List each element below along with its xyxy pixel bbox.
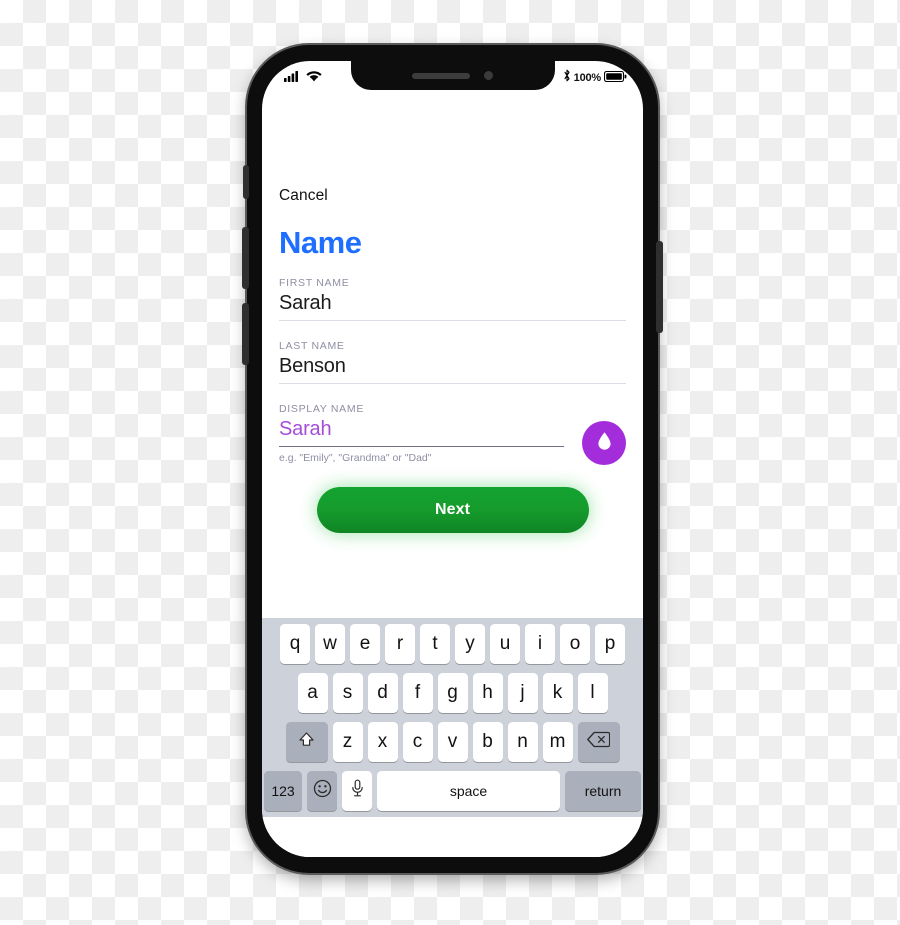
page-title: Name xyxy=(279,225,362,260)
key-c[interactable]: c xyxy=(402,722,433,762)
key-z[interactable]: z xyxy=(332,722,363,762)
key-i[interactable]: i xyxy=(525,624,555,664)
key-d[interactable]: d xyxy=(367,673,398,713)
status-bar-left xyxy=(284,69,322,87)
key-x[interactable]: x xyxy=(367,722,398,762)
microphone-icon xyxy=(351,779,364,804)
input-first-name[interactable]: Sarah xyxy=(279,292,626,321)
microphone-key[interactable] xyxy=(342,771,372,811)
water-drop-icon xyxy=(597,431,612,456)
key-g[interactable]: g xyxy=(437,673,468,713)
cancel-button[interactable]: Cancel xyxy=(279,187,328,205)
key-y[interactable]: y xyxy=(455,624,485,664)
emoji-smiley-icon xyxy=(313,779,332,804)
keyboard-row-3: z x c v b n m xyxy=(264,722,641,762)
key-u[interactable]: u xyxy=(490,624,520,664)
field-label-display-name: DISPLAY NAME xyxy=(279,403,365,415)
key-b[interactable]: b xyxy=(472,722,503,762)
key-e[interactable]: e xyxy=(350,624,380,664)
key-n[interactable]: n xyxy=(507,722,538,762)
keyboard-row-1: q w e r t y u i o p xyxy=(264,624,641,664)
field-first-name: FIRST NAME Sarah xyxy=(279,277,626,321)
key-o[interactable]: o xyxy=(560,624,590,664)
backspace-delete-icon xyxy=(587,731,611,754)
bluetooth-icon xyxy=(563,69,571,87)
phone-device-frame: 100% Cancel Name FIRST NAME Sarah LAST N… xyxy=(242,45,663,873)
key-k[interactable]: k xyxy=(542,673,573,713)
backspace-key[interactable] xyxy=(577,722,620,762)
key-v[interactable]: v xyxy=(437,722,468,762)
status-bar: 100% xyxy=(262,61,643,91)
field-label-last-name: LAST NAME xyxy=(279,340,345,352)
key-l[interactable]: l xyxy=(577,673,608,713)
volume-down-button[interactable] xyxy=(242,303,249,365)
mute-switch-button[interactable] xyxy=(243,165,249,199)
status-bar-right: 100% xyxy=(563,69,627,87)
shift-arrow-icon xyxy=(297,730,316,755)
battery-full-icon xyxy=(603,69,627,87)
primary-action-row: Next xyxy=(279,487,626,533)
volume-up-button[interactable] xyxy=(242,227,249,289)
key-t[interactable]: t xyxy=(420,624,450,664)
numbers-key[interactable]: 123 xyxy=(264,771,302,811)
key-w[interactable]: w xyxy=(315,624,345,664)
next-button[interactable]: Next xyxy=(316,487,589,533)
name-form: Cancel Name FIRST NAME Sarah LAST NAME B… xyxy=(262,91,643,533)
display-name-column: DISPLAY NAME Sarah e.g. "Emily", "Grandm… xyxy=(279,403,564,464)
field-label-first-name: FIRST NAME xyxy=(279,277,350,289)
virtual-keyboard: q w e r t y u i o p a s d f g h j k l z … xyxy=(262,618,643,817)
field-hint-display-name: e.g. "Emily", "Grandma" or "Dad" xyxy=(279,452,432,464)
key-p[interactable]: p xyxy=(595,624,625,664)
key-q[interactable]: q xyxy=(280,624,310,664)
key-f[interactable]: f xyxy=(402,673,433,713)
emoji-key[interactable] xyxy=(307,771,337,811)
water-drop-button[interactable] xyxy=(582,421,626,465)
keyboard-row-4: 123 space return xyxy=(264,771,641,811)
cellular-signal-icon xyxy=(284,69,301,87)
battery-percent-label: 100% xyxy=(573,72,602,84)
shift-key[interactable] xyxy=(285,722,328,762)
key-h[interactable]: h xyxy=(472,673,503,713)
key-a[interactable]: a xyxy=(297,673,328,713)
key-s[interactable]: s xyxy=(332,673,363,713)
field-last-name: LAST NAME Benson xyxy=(279,340,626,384)
return-key[interactable]: return xyxy=(565,771,641,811)
keyboard-row-2: a s d f g h j k l xyxy=(264,673,641,713)
home-indicator-area xyxy=(262,817,643,857)
wifi-icon xyxy=(306,69,322,87)
key-r[interactable]: r xyxy=(385,624,415,664)
space-key[interactable]: space xyxy=(377,771,560,811)
input-last-name[interactable]: Benson xyxy=(279,355,626,384)
key-m[interactable]: m xyxy=(542,722,573,762)
field-display-name: DISPLAY NAME Sarah e.g. "Emily", "Grandm… xyxy=(279,403,626,465)
key-j[interactable]: j xyxy=(507,673,538,713)
phone-screen: 100% Cancel Name FIRST NAME Sarah LAST N… xyxy=(262,61,643,857)
input-display-name[interactable]: Sarah xyxy=(279,418,564,447)
power-button[interactable] xyxy=(656,241,663,333)
